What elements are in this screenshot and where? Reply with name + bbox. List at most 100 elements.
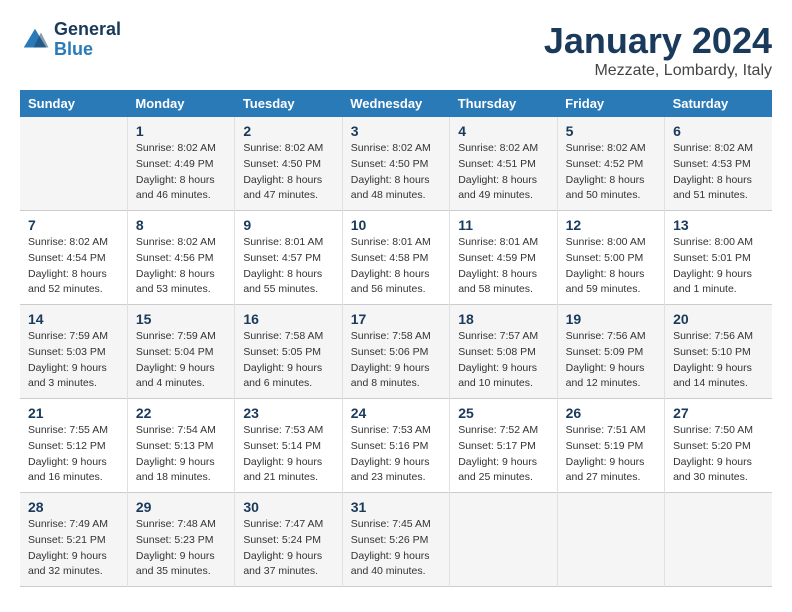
calendar-cell [20, 117, 127, 211]
day-info: Sunrise: 8:02 AMSunset: 4:56 PMDaylight:… [136, 235, 226, 298]
day-info: Sunrise: 8:02 AMSunset: 4:50 PMDaylight:… [351, 141, 441, 204]
calendar-cell: 26Sunrise: 7:51 AMSunset: 5:19 PMDayligh… [557, 399, 664, 493]
day-number: 19 [566, 311, 656, 327]
calendar-cell: 24 Sunrise: 7:53 AMSunset: 5:16 PMDayligh… [342, 399, 449, 493]
calendar-cell: 2 Sunrise: 8:02 AMSunset: 4:50 PMDaylight… [235, 117, 342, 211]
day-number: 25 [458, 405, 548, 421]
day-number: 8 [136, 217, 226, 233]
day-number: 2 [243, 123, 333, 139]
logo-icon [20, 25, 50, 55]
location-subtitle: Mezzate, Lombardy, Italy [544, 62, 772, 80]
calendar-cell: 16 Sunrise: 7:58 AMSunset: 5:05 PMDayligh… [235, 305, 342, 399]
day-info: Sunrise: 8:02 AMSunset: 4:50 PMDaylight:… [243, 141, 333, 204]
day-number: 22 [136, 405, 226, 421]
day-number: 16 [243, 311, 333, 327]
day-number: 15 [136, 311, 226, 327]
calendar-cell: 10 Sunrise: 8:01 AMSunset: 4:58 PMDayligh… [342, 211, 449, 305]
day-number: 6 [673, 123, 764, 139]
week-row-1: 1 Sunrise: 8:02 AMSunset: 4:49 PMDaylight… [20, 117, 772, 211]
day-number: 1 [136, 123, 226, 139]
weekday-header-saturday: Saturday [665, 90, 772, 117]
week-row-5: 28 Sunrise: 7:49 AMSunset: 5:21 PMDayligh… [20, 493, 772, 587]
weekday-header-monday: Monday [127, 90, 234, 117]
day-number: 10 [351, 217, 441, 233]
weekday-header-wednesday: Wednesday [342, 90, 449, 117]
weekday-header-thursday: Thursday [450, 90, 557, 117]
day-info: Sunrise: 8:02 AMSunset: 4:49 PMDaylight:… [136, 141, 226, 204]
header: General Blue January 2024 Mezzate, Lomba… [20, 20, 772, 80]
day-number: 21 [28, 405, 119, 421]
week-row-2: 7 Sunrise: 8:02 AMSunset: 4:54 PMDaylight… [20, 211, 772, 305]
day-info: Sunrise: 8:01 AMSunset: 4:58 PMDaylight:… [351, 235, 441, 298]
day-number: 9 [243, 217, 333, 233]
calendar-cell: 3 Sunrise: 8:02 AMSunset: 4:50 PMDaylight… [342, 117, 449, 211]
calendar-cell: 7 Sunrise: 8:02 AMSunset: 4:54 PMDaylight… [20, 211, 127, 305]
week-row-4: 21 Sunrise: 7:55 AMSunset: 5:12 PMDayligh… [20, 399, 772, 493]
day-number: 14 [28, 311, 119, 327]
weekday-header-tuesday: Tuesday [235, 90, 342, 117]
day-info: Sunrise: 7:59 AMSunset: 5:03 PMDaylight:… [28, 329, 119, 392]
logo-text: General Blue [54, 20, 121, 60]
calendar-cell: 30 Sunrise: 7:47 AMSunset: 5:24 PMDayligh… [235, 493, 342, 587]
logo: General Blue [20, 20, 121, 60]
day-info: Sunrise: 7:55 AMSunset: 5:12 PMDaylight:… [28, 423, 119, 486]
calendar-cell: 14 Sunrise: 7:59 AMSunset: 5:03 PMDayligh… [20, 305, 127, 399]
day-info: Sunrise: 8:02 AMSunset: 4:52 PMDaylight:… [566, 141, 656, 204]
calendar-cell: 27Sunrise: 7:50 AMSunset: 5:20 PMDayligh… [665, 399, 772, 493]
day-info: Sunrise: 8:00 AMSunset: 5:00 PMDaylight:… [566, 235, 656, 298]
day-info: Sunrise: 7:56 AMSunset: 5:09 PMDaylight:… [566, 329, 656, 392]
day-number: 7 [28, 217, 119, 233]
calendar-cell: 9 Sunrise: 8:01 AMSunset: 4:57 PMDaylight… [235, 211, 342, 305]
day-number: 5 [566, 123, 656, 139]
day-number: 3 [351, 123, 441, 139]
day-info: Sunrise: 7:58 AMSunset: 5:06 PMDaylight:… [351, 329, 441, 392]
calendar-cell: 31Sunrise: 7:45 AMSunset: 5:26 PMDayligh… [342, 493, 449, 587]
day-number: 23 [243, 405, 333, 421]
day-info: Sunrise: 8:02 AMSunset: 4:53 PMDaylight:… [673, 141, 764, 204]
calendar-cell: 1 Sunrise: 8:02 AMSunset: 4:49 PMDaylight… [127, 117, 234, 211]
day-number: 31 [351, 499, 441, 515]
calendar-cell: 29 Sunrise: 7:48 AMSunset: 5:23 PMDayligh… [127, 493, 234, 587]
day-info: Sunrise: 7:50 AMSunset: 5:20 PMDaylight:… [673, 423, 764, 486]
calendar-cell: 18Sunrise: 7:57 AMSunset: 5:08 PMDayligh… [450, 305, 557, 399]
day-info: Sunrise: 7:59 AMSunset: 5:04 PMDaylight:… [136, 329, 226, 392]
day-info: Sunrise: 7:49 AMSunset: 5:21 PMDaylight:… [28, 517, 119, 580]
day-number: 13 [673, 217, 764, 233]
calendar-cell: 22 Sunrise: 7:54 AMSunset: 5:13 PMDayligh… [127, 399, 234, 493]
day-info: Sunrise: 7:54 AMSunset: 5:13 PMDaylight:… [136, 423, 226, 486]
day-info: Sunrise: 7:58 AMSunset: 5:05 PMDaylight:… [243, 329, 333, 392]
calendar-cell: 13 Sunrise: 8:00 AMSunset: 5:01 PMDayligh… [665, 211, 772, 305]
day-info: Sunrise: 8:00 AMSunset: 5:01 PMDaylight:… [673, 235, 764, 298]
calendar-cell: 21 Sunrise: 7:55 AMSunset: 5:12 PMDayligh… [20, 399, 127, 493]
calendar-table: SundayMondayTuesdayWednesdayThursdayFrid… [20, 90, 772, 587]
day-info: Sunrise: 7:53 AMSunset: 5:16 PMDaylight:… [351, 423, 441, 486]
day-number: 11 [458, 217, 548, 233]
day-info: Sunrise: 8:01 AMSunset: 4:59 PMDaylight:… [458, 235, 548, 298]
day-info: Sunrise: 8:02 AMSunset: 4:51 PMDaylight:… [458, 141, 548, 204]
month-title: January 2024 [544, 20, 772, 62]
calendar-cell: 11 Sunrise: 8:01 AMSunset: 4:59 PMDayligh… [450, 211, 557, 305]
weekday-header-sunday: Sunday [20, 90, 127, 117]
day-number: 28 [28, 499, 119, 515]
day-info: Sunrise: 8:02 AMSunset: 4:54 PMDaylight:… [28, 235, 119, 298]
day-number: 24 [351, 405, 441, 421]
day-number: 20 [673, 311, 764, 327]
logo-line1: General [54, 20, 121, 40]
title-section: January 2024 Mezzate, Lombardy, Italy [544, 20, 772, 80]
calendar-cell [450, 493, 557, 587]
calendar-cell: 28 Sunrise: 7:49 AMSunset: 5:21 PMDayligh… [20, 493, 127, 587]
day-number: 29 [136, 499, 226, 515]
day-number: 30 [243, 499, 333, 515]
calendar-cell: 20 Sunrise: 7:56 AMSunset: 5:10 PMDayligh… [665, 305, 772, 399]
weekday-header-row: SundayMondayTuesdayWednesdayThursdayFrid… [20, 90, 772, 117]
day-info: Sunrise: 8:01 AMSunset: 4:57 PMDaylight:… [243, 235, 333, 298]
day-info: Sunrise: 7:56 AMSunset: 5:10 PMDaylight:… [673, 329, 764, 392]
day-info: Sunrise: 7:52 AMSunset: 5:17 PMDaylight:… [458, 423, 548, 486]
calendar-cell: 5 Sunrise: 8:02 AMSunset: 4:52 PMDaylight… [557, 117, 664, 211]
day-info: Sunrise: 7:48 AMSunset: 5:23 PMDaylight:… [136, 517, 226, 580]
calendar-cell [665, 493, 772, 587]
day-number: 4 [458, 123, 548, 139]
day-info: Sunrise: 7:47 AMSunset: 5:24 PMDaylight:… [243, 517, 333, 580]
day-info: Sunrise: 7:57 AMSunset: 5:08 PMDaylight:… [458, 329, 548, 392]
day-info: Sunrise: 7:53 AMSunset: 5:14 PMDaylight:… [243, 423, 333, 486]
